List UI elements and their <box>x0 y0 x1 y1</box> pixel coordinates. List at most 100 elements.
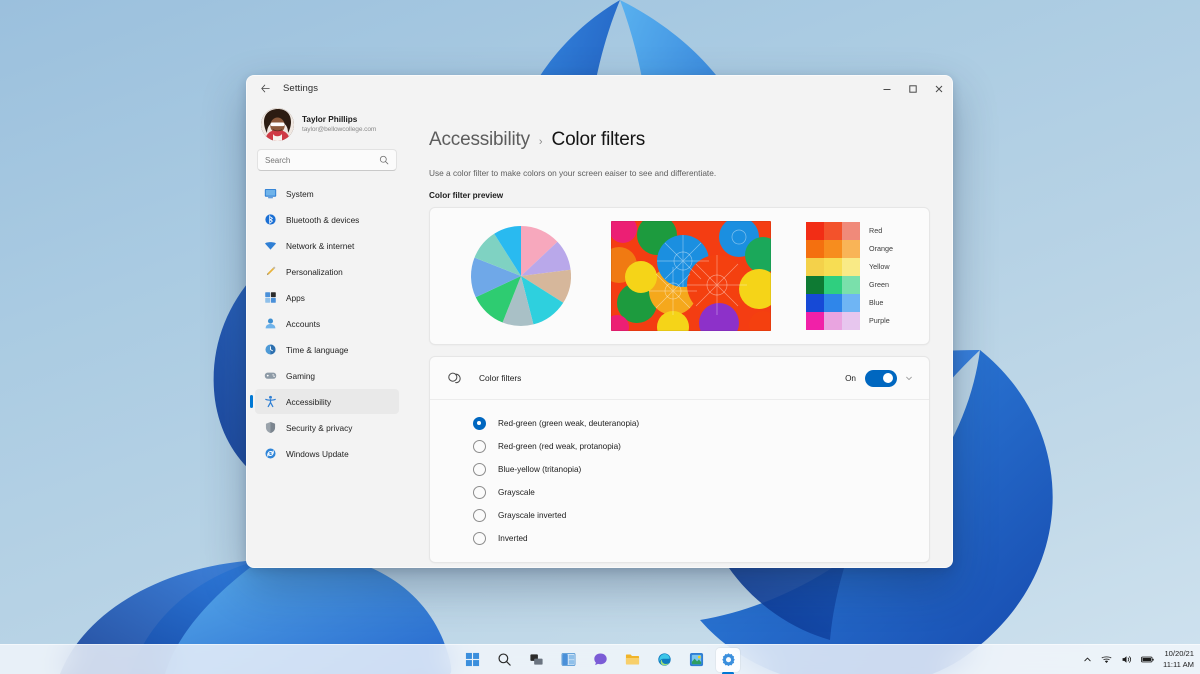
swatch-cell <box>806 294 824 312</box>
widgets-icon <box>561 652 575 667</box>
volume-icon[interactable] <box>1121 654 1132 665</box>
sidebar-item-label: Gaming <box>286 370 316 381</box>
taskbar-widgets-button[interactable] <box>556 648 580 672</box>
taskbar-settings-button[interactable] <box>716 647 740 672</box>
color-filters-toggle[interactable] <box>865 369 897 387</box>
sidebar-item-time-language[interactable]: Time & language <box>255 337 399 362</box>
taskbar-edge-button[interactable] <box>652 648 676 672</box>
sidebar-item-system[interactable]: System <box>255 181 399 206</box>
swatch-cell <box>824 294 842 312</box>
radio-button[interactable] <box>473 417 486 430</box>
swatch-label: Red <box>869 226 883 235</box>
gaming-icon <box>263 369 277 383</box>
color-filter-option-label: Blue-yellow (tritanopia) <box>498 465 582 474</box>
breadcrumb-parent[interactable]: Accessibility <box>429 129 530 151</box>
color-filters-icon <box>446 370 462 386</box>
system-icon <box>263 187 277 201</box>
network-icon <box>263 239 277 253</box>
content-pane: Accessibility › Color filters Use a colo… <box>407 101 952 567</box>
sidebar-item-personalization[interactable]: Personalization <box>255 259 399 284</box>
radio-button[interactable] <box>473 440 486 453</box>
color-filter-option-label: Inverted <box>498 534 528 543</box>
search-input[interactable] <box>265 155 379 165</box>
window-titlebar[interactable]: Settings <box>247 76 952 101</box>
search-icon <box>497 653 511 666</box>
clock[interactable]: 10/20/21 11:11 AM <box>1163 649 1194 670</box>
close-button[interactable] <box>926 76 952 101</box>
color-filter-option[interactable]: Red-green (green weak, deuteranopia) <box>430 412 929 435</box>
sidebar-item-gaming[interactable]: Gaming <box>255 363 399 388</box>
swatch-cell <box>806 222 824 240</box>
radio-button[interactable] <box>473 463 486 476</box>
chevron-down-icon[interactable] <box>905 374 913 382</box>
sidebar-item-accounts[interactable]: Accounts <box>255 311 399 336</box>
time-language-icon <box>263 343 277 357</box>
color-filter-option[interactable]: Grayscale <box>430 481 929 504</box>
sidebar-item-label: Accessibility <box>286 396 332 407</box>
sidebar-item-label: Apps <box>286 292 305 303</box>
taskbar-buttons <box>460 647 740 672</box>
sidebar-item-windows-update[interactable]: Windows Update <box>255 441 399 466</box>
swatch-cell <box>842 294 860 312</box>
umbrellas-photo-frame <box>611 221 771 331</box>
close-icon <box>935 85 943 92</box>
taskbar-task-view-button[interactable] <box>524 648 548 672</box>
color-filters-header[interactable]: Color filters On <box>430 357 929 400</box>
search-box[interactable] <box>257 149 397 171</box>
start-icon <box>465 652 479 667</box>
sidebar-item-network-internet[interactable]: Network & internet <box>255 233 399 258</box>
taskbar-search-button[interactable] <box>492 648 516 672</box>
color-filter-option[interactable]: Grayscale inverted <box>430 504 929 527</box>
security-icon <box>263 421 277 435</box>
sidebar-item-bluetooth-devices[interactable]: Bluetooth & devices <box>255 207 399 232</box>
accounts-icon <box>263 317 277 331</box>
taskbar: 10/20/21 11:11 AM <box>0 644 1200 674</box>
sidebar-item-label: Security & privacy <box>286 422 353 433</box>
back-button[interactable] <box>253 79 277 99</box>
swatch-cell <box>824 276 842 294</box>
color-filter-option[interactable]: Red-green (red weak, protanopia) <box>430 435 929 458</box>
page-description: Use a color filter to make colors on you… <box>429 168 717 178</box>
color-filters-toggle-wrap[interactable]: On <box>845 369 897 387</box>
color-filter-option[interactable]: Blue-yellow (tritanopia) <box>430 458 929 481</box>
swatch-cell <box>824 258 842 276</box>
pie-chart-svg <box>470 226 572 327</box>
personalization-icon <box>263 265 277 279</box>
color-filter-option-label: Grayscale <box>498 488 535 497</box>
profile-name: Taylor Phillips <box>302 114 358 124</box>
minimize-button[interactable] <box>874 76 900 101</box>
profile-email: taylor@bellowcollege.com <box>302 125 377 133</box>
color-filter-option[interactable]: Inverted <box>430 527 929 550</box>
wifi-icon[interactable] <box>1101 654 1112 665</box>
sidebar-item-apps[interactable]: Apps <box>255 285 399 310</box>
swatch-grid <box>806 222 860 330</box>
taskbar-file-explorer-button[interactable] <box>620 648 644 672</box>
color-filter-preview-card: Red Orange Yellow Green Blue Purple <box>429 207 930 345</box>
window-title: Settings <box>283 83 319 94</box>
color-filter-option-label: Red-green (green weak, deuteranopia) <box>498 419 640 428</box>
show-hidden-icons-icon[interactable] <box>1083 655 1092 664</box>
taskbar-start-button[interactable] <box>460 648 484 672</box>
sidebar-item-label: Network & internet <box>286 240 355 251</box>
sidebar-item-accessibility[interactable]: Accessibility <box>250 389 399 414</box>
color-filters-card: Color filters On Red-green (green weak, … <box>429 356 930 563</box>
desktop: Settings Taylor Phillips taylor@bellowco… <box>0 0 1200 674</box>
radio-button[interactable] <box>473 532 486 545</box>
radio-button[interactable] <box>473 486 486 499</box>
swatch-cell <box>806 276 824 294</box>
toggle-knob <box>883 373 893 383</box>
radio-button[interactable] <box>473 509 486 522</box>
sidebar-item-security-privacy[interactable]: Security & privacy <box>255 415 399 440</box>
taskbar-chat-button[interactable] <box>588 648 612 672</box>
tray-time: 11:11 AM <box>1163 659 1194 669</box>
avatar <box>261 108 294 141</box>
sidebar-item-label: Bluetooth & devices <box>286 214 360 225</box>
battery-icon[interactable] <box>1141 655 1154 664</box>
swatch-cell <box>824 240 842 258</box>
maximize-button[interactable] <box>900 76 926 101</box>
user-profile[interactable]: Taylor Phillips taylor@bellowcollege.com <box>255 101 399 147</box>
swatch-label: Green <box>869 280 889 289</box>
taskbar-store-button[interactable] <box>684 648 708 672</box>
swatch-labels: Red Orange Yellow Green Blue Purple <box>869 222 893 330</box>
user-avatar-icon <box>261 108 294 141</box>
